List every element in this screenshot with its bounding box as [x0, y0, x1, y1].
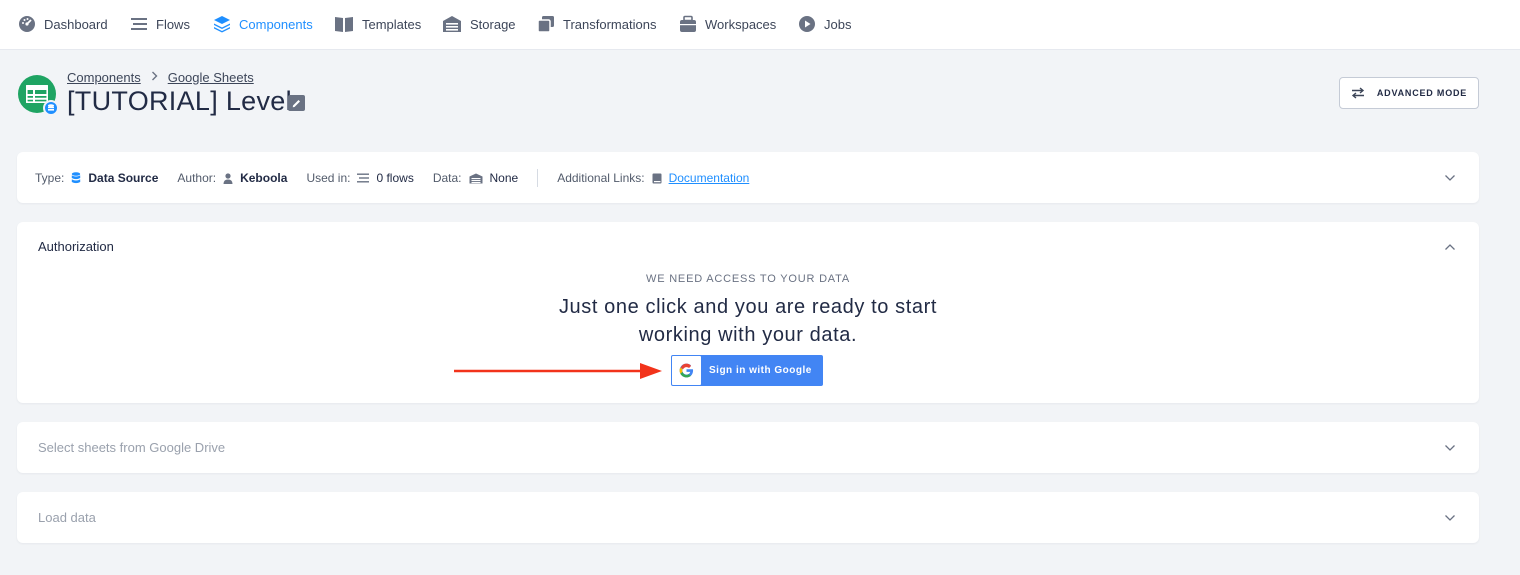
component-info-row: Type: Data Source Author: Keboola Used i… [35, 169, 768, 187]
google-sheets-logo [18, 75, 59, 116]
flows-icon [357, 173, 370, 183]
author-value-text: Keboola [240, 171, 288, 185]
chevron-up-icon[interactable] [1444, 243, 1456, 251]
chevron-down-icon[interactable] [1444, 444, 1456, 452]
used-in-label: Used in: [306, 171, 351, 185]
user-icon [223, 172, 233, 184]
nav-item-storage[interactable]: Storage [442, 13, 516, 35]
nav-label: Storage [470, 16, 516, 32]
nav-label: Templates [362, 16, 422, 32]
load-data-title: Load data [38, 510, 96, 525]
nav-label: Workspaces [705, 16, 777, 32]
nav-item-templates[interactable]: Templates [334, 13, 421, 35]
used-in-value-text: 0 flows [376, 171, 414, 185]
info-divider [537, 169, 539, 187]
flows-icon [130, 15, 148, 33]
storage-icon [469, 173, 483, 184]
database-icon [71, 172, 81, 184]
templates-icon [334, 15, 354, 33]
book-icon [652, 173, 662, 184]
red-arrow-annotation [454, 363, 662, 379]
breadcrumb: Components Google Sheets [67, 69, 254, 85]
data-value-text: None [489, 171, 519, 185]
authorization-heading-line-2: working with your data. [638, 324, 858, 346]
authorization-heading-line-1: Just one click and you are ready to star… [558, 296, 938, 318]
additional-links-label: Additional Links: [557, 171, 645, 185]
nav-label: Transformations [563, 16, 657, 32]
workspaces-icon [679, 15, 697, 33]
type-label: Type: [35, 171, 65, 185]
author-value: Keboola [223, 171, 287, 185]
chevron-right-icon [151, 70, 158, 84]
nav-label: Components [239, 16, 313, 32]
data-value: None [469, 171, 519, 185]
breadcrumb-components[interactable]: Components [67, 70, 141, 85]
nav-label: Jobs [824, 16, 852, 32]
storage-icon [442, 15, 462, 33]
google-logo-icon [672, 356, 701, 385]
advanced-mode-button[interactable]: ADVANCED MODE [1339, 77, 1479, 109]
type-value-text: Data Source [88, 171, 159, 185]
jobs-icon [798, 15, 816, 33]
select-sheets-title: Select sheets from Google Drive [38, 440, 226, 455]
nav-item-flows[interactable]: Flows [130, 13, 190, 35]
select-sheets-card[interactable]: Select sheets from Google Drive [17, 422, 1479, 473]
nav-label: Dashboard [44, 16, 108, 32]
authorization-card: Authorization WE NEED ACCESS TO YOUR DAT… [17, 222, 1479, 403]
chevron-down-icon[interactable] [1444, 514, 1456, 522]
nav-item-transformations[interactable]: Transformations [537, 13, 656, 35]
nav-item-dashboard[interactable]: Dashboard [18, 13, 108, 35]
top-navigation: Dashboard Flows Components Templates Sto… [0, 0, 1520, 50]
used-in-value: 0 flows [357, 171, 414, 185]
authorization-title: Authorization [38, 239, 114, 254]
sign-in-with-google-button[interactable]: Sign in with Google [671, 355, 823, 386]
load-data-card[interactable]: Load data [17, 492, 1479, 543]
nav-item-workspaces[interactable]: Workspaces [679, 13, 776, 35]
authorization-kicker: WE NEED ACCESS TO YOUR DATA [646, 273, 850, 285]
chevron-down-icon[interactable] [1444, 174, 1456, 182]
nav-label: Flows [156, 16, 190, 32]
page-title: [TUTORIAL] Level [67, 86, 292, 116]
sign-in-with-google-label: Sign in with Google [709, 365, 812, 376]
breadcrumb-google-sheets[interactable]: Google Sheets [168, 70, 254, 85]
sheets-icon [26, 85, 48, 103]
type-value: Data Source [71, 171, 158, 185]
component-info-card: Type: Data Source Author: Keboola Used i… [17, 152, 1479, 203]
edit-title-icon[interactable] [288, 95, 305, 111]
author-label: Author: [177, 171, 217, 185]
transformations-icon [537, 15, 555, 33]
advanced-mode-label: ADVANCED MODE [1376, 88, 1468, 98]
nav-item-components[interactable]: Components [213, 13, 313, 35]
data-source-badge-icon [43, 100, 59, 116]
swap-arrows-icon [1351, 87, 1365, 99]
components-icon [213, 15, 231, 33]
data-label: Data: [432, 171, 462, 185]
dashboard-icon [18, 15, 36, 33]
authorization-heading: Just one click and you are ready to star… [17, 293, 1479, 349]
additional-links-value: Documentation [652, 171, 750, 185]
documentation-link[interactable]: Documentation [669, 171, 750, 185]
nav-item-jobs[interactable]: Jobs [798, 13, 851, 35]
